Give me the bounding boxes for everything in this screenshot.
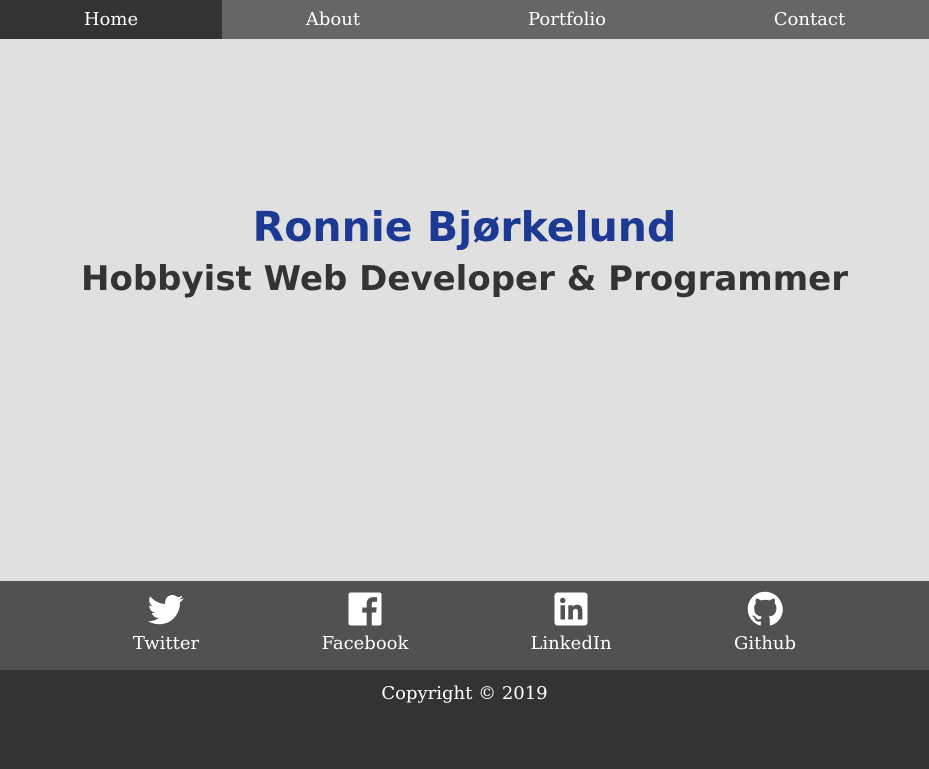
social-links-bar: Twitter Facebook LinkedIn Github bbox=[0, 581, 929, 670]
nav-item-contact[interactable]: Contact bbox=[690, 0, 929, 39]
github-icon bbox=[747, 591, 783, 627]
nav-item-home[interactable]: Home bbox=[0, 0, 222, 39]
linkedin-link[interactable]: LinkedIn bbox=[515, 581, 627, 670]
twitter-link[interactable]: Twitter bbox=[110, 581, 222, 670]
facebook-icon bbox=[347, 591, 383, 627]
top-nav: Home About Portfolio Contact bbox=[0, 0, 929, 39]
nav-item-about[interactable]: About bbox=[222, 0, 444, 39]
copyright-text: Copyright © 2019 bbox=[381, 683, 548, 704]
twitter-icon bbox=[147, 591, 184, 627]
facebook-link[interactable]: Facebook bbox=[309, 581, 421, 670]
hero-title: Hobbyist Web Developer & Programmer bbox=[81, 259, 848, 299]
twitter-label: Twitter bbox=[132, 633, 200, 654]
hero-name: Ronnie Bjørkelund bbox=[252, 203, 677, 251]
github-label: Github bbox=[733, 633, 797, 654]
footer: Copyright © 2019 bbox=[0, 670, 929, 769]
linkedin-label: LinkedIn bbox=[530, 633, 612, 654]
github-link[interactable]: Github bbox=[709, 581, 821, 670]
facebook-label: Facebook bbox=[321, 633, 409, 654]
linkedin-icon bbox=[553, 591, 589, 627]
hero-section: Ronnie Bjørkelund Hobbyist Web Developer… bbox=[0, 39, 929, 581]
nav-item-portfolio[interactable]: Portfolio bbox=[444, 0, 690, 39]
